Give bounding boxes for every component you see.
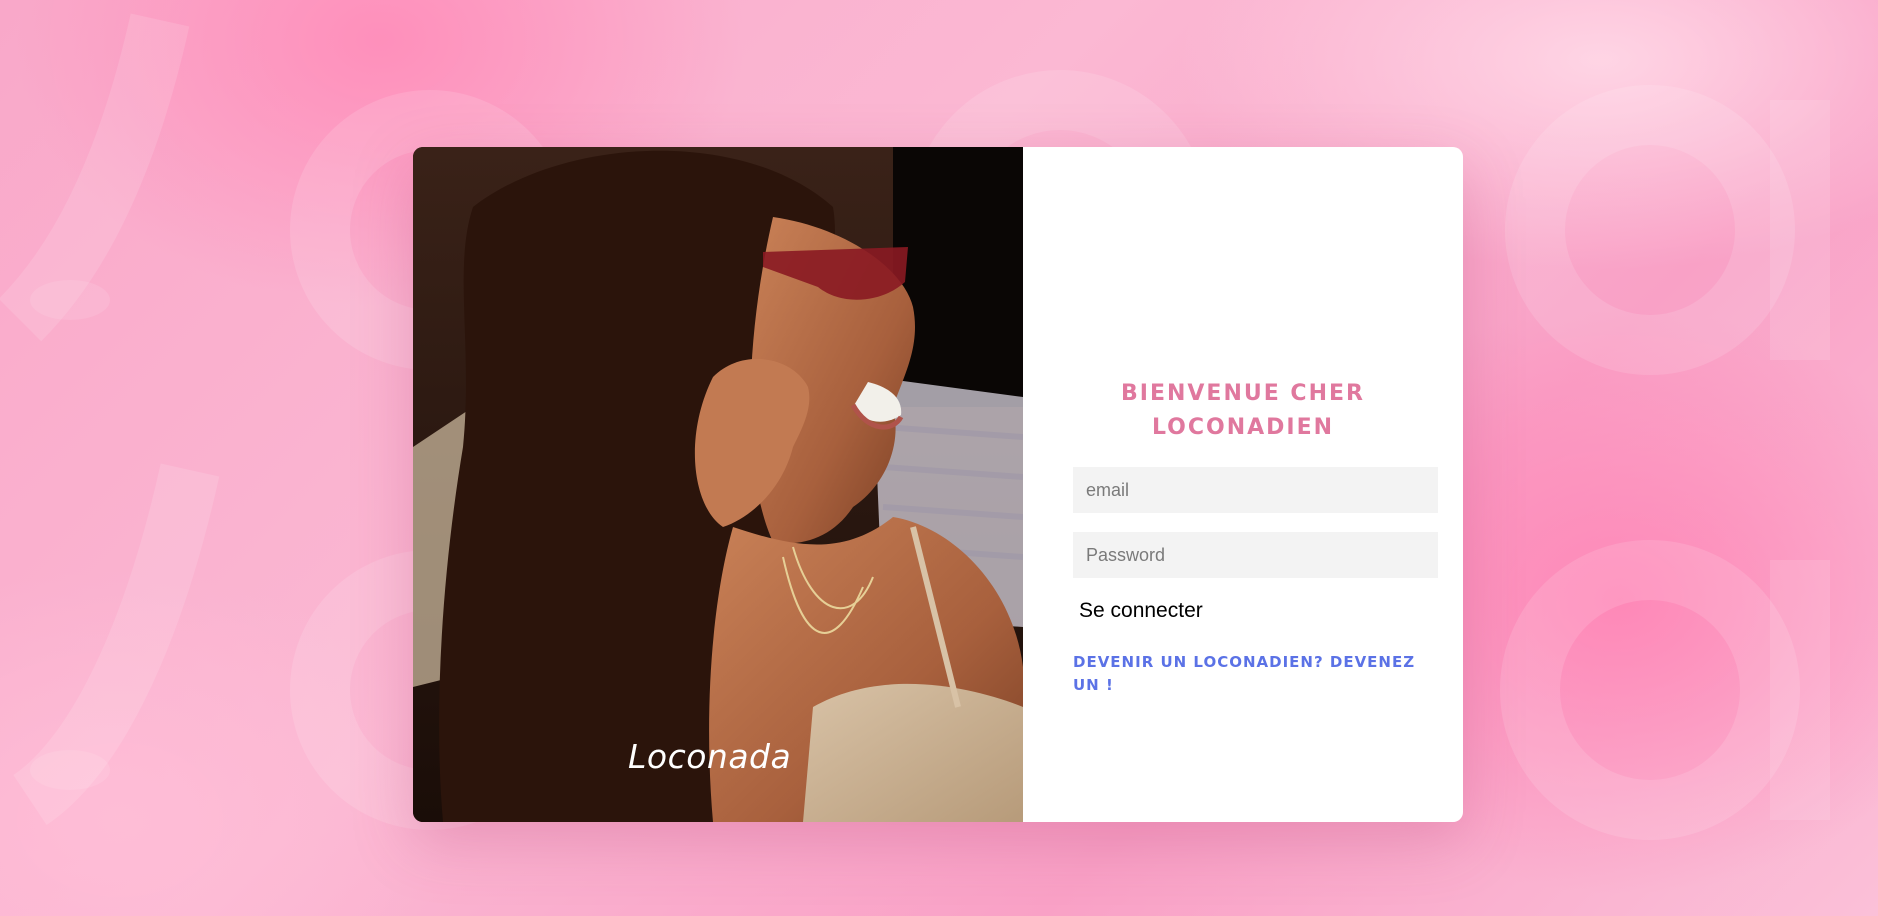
smiling-woman-photo [413, 147, 1023, 822]
register-link[interactable]: DEVENIR UN LOCONADIEN? DEVENEZ UN ! [1073, 651, 1418, 697]
loconada-logo: Loconada [628, 732, 808, 782]
email-field[interactable] [1073, 467, 1438, 513]
brand-logo-text: Loconada [628, 737, 792, 776]
hero-photo: Loconada [413, 147, 1023, 822]
login-card: Loconada BIENVENUE CHER LOCONADIEN Se co… [413, 147, 1463, 822]
password-field[interactable] [1073, 532, 1438, 578]
login-button[interactable]: Se connecter [1073, 593, 1209, 629]
welcome-title: BIENVENUE CHER LOCONADIEN [1121, 381, 1365, 440]
login-form-panel: BIENVENUE CHER LOCONADIEN Se connecter D… [1023, 147, 1463, 822]
